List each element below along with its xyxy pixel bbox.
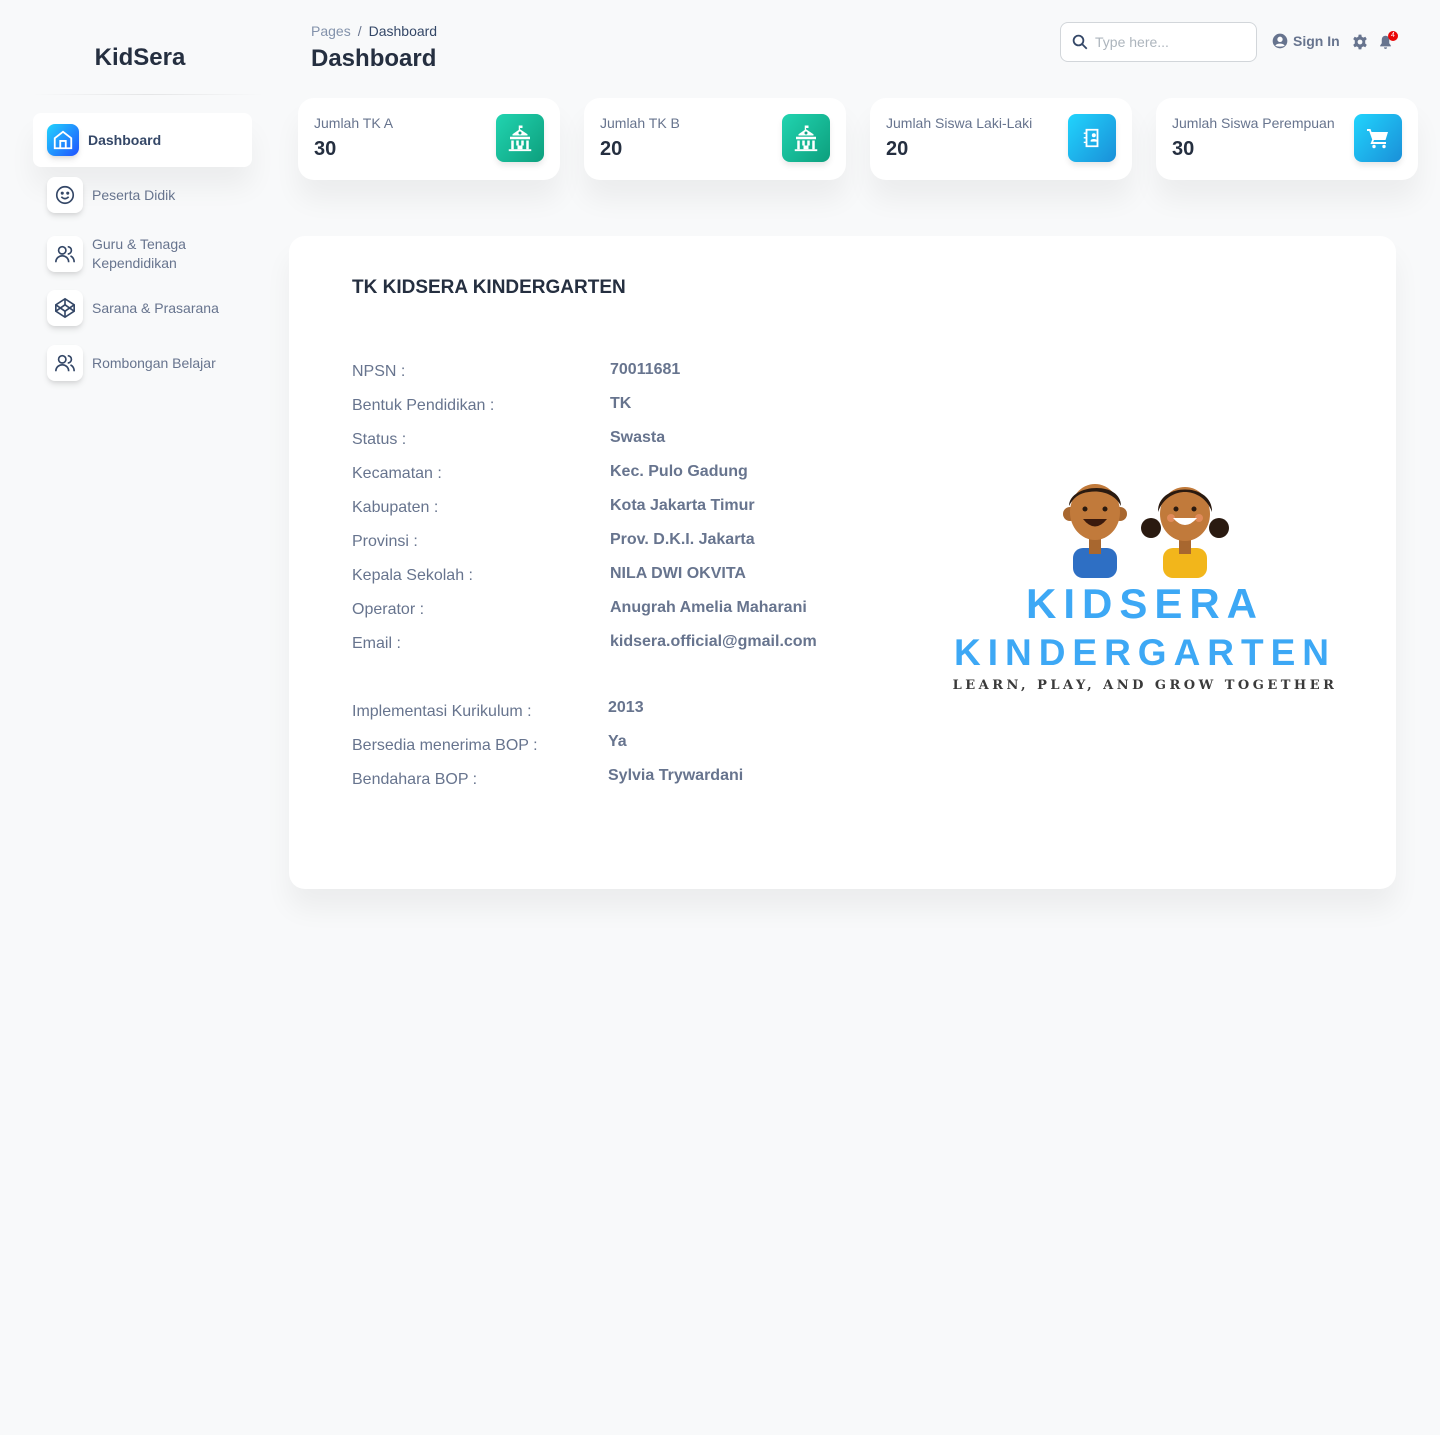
info-value: Sylvia Trywardani <box>608 767 744 784</box>
stat-card-tk-b: Jumlah TK B 20 <box>584 98 846 180</box>
info-label: Bersedia menerima BOP : <box>352 737 538 754</box>
logo-line-2: KINDERGARTEN <box>953 632 1337 673</box>
school-title: TK KIDSERA KINDERGARTEN <box>352 277 626 298</box>
stat-card-tk-a: Jumlah TK A 30 <box>298 98 560 180</box>
school-icon <box>496 114 544 162</box>
cart-icon <box>1354 114 1402 162</box>
stat-value: 30 <box>1172 138 1195 160</box>
info-label: Kabupaten : <box>352 499 439 516</box>
logo-line-1: KIDSERA <box>1025 580 1265 627</box>
info-value: Swasta <box>610 429 666 446</box>
contact-icon <box>1068 114 1116 162</box>
smile-icon <box>47 177 83 213</box>
sidebar-item-guru[interactable]: Guru & Tenaga Kependidikan <box>33 227 252 281</box>
breadcrumb-root[interactable]: Pages <box>311 23 351 39</box>
breadcrumb: Pages / Dashboard <box>311 23 437 39</box>
users-icon <box>47 236 83 272</box>
divider <box>32 94 264 95</box>
info-value: 70011681 <box>610 361 681 378</box>
info-label: Implementasi Kurikulum : <box>352 703 532 720</box>
sidebar-item-peserta-didik[interactable]: Peserta Didik <box>33 168 252 222</box>
user-circle-icon <box>1272 33 1288 49</box>
stat-label: Jumlah Siswa Perempuan <box>1172 115 1335 131</box>
info-value: Kec. Pulo Gadung <box>610 463 748 480</box>
sidebar-item-label: Guru & Tenaga Kependidikan <box>92 236 186 271</box>
sign-in-label: Sign In <box>1293 33 1340 49</box>
search-icon <box>1072 34 1088 50</box>
stat-value: 20 <box>886 138 909 160</box>
search-box[interactable] <box>1060 22 1257 62</box>
sidebar-item-label: Peserta Didik <box>92 186 176 203</box>
info-value: 2013 <box>608 699 644 716</box>
search-input[interactable] <box>1095 34 1245 50</box>
sidebar-item-rombongan[interactable]: Rombongan Belajar <box>33 336 252 390</box>
school-icon <box>782 114 830 162</box>
breadcrumb-separator: / <box>357 23 362 39</box>
sidebar-item-sarana[interactable]: Sarana & Prasarana <box>33 281 252 335</box>
info-label: Operator : <box>352 601 425 618</box>
stat-card-siswa-laki: Jumlah Siswa Laki-Laki 20 <box>870 98 1132 180</box>
sidebar-item-label: Rombongan Belajar <box>92 354 216 371</box>
sidebar-item-dashboard[interactable]: Dashboard <box>33 113 252 167</box>
stat-label: Jumlah Siswa Laki-Laki <box>886 115 1033 131</box>
brand-logo[interactable]: KidSera <box>0 44 280 72</box>
info-value: Prov. D.K.I. Jakarta <box>610 531 755 548</box>
sidebar-item-label: Dashboard <box>88 131 162 148</box>
stat-value: 30 <box>314 138 337 160</box>
users-icon <box>47 345 83 381</box>
info-value: NILA DWI OKVITA <box>610 565 746 582</box>
info-label: Bendahara BOP : <box>352 771 478 788</box>
sign-in-link[interactable]: Sign In <box>1272 33 1340 49</box>
settings-button[interactable] <box>1352 34 1368 55</box>
info-label: Bentuk Pendidikan : <box>352 397 495 414</box>
home-icon <box>47 124 79 156</box>
codepen-icon <box>47 290 83 326</box>
notification-badge: 4 <box>1388 31 1398 41</box>
info-value: TK <box>610 395 632 412</box>
info-label: Status : <box>352 431 407 448</box>
info-label: Provinsi : <box>352 533 418 550</box>
school-info-card: TK KIDSERA KINDERGARTEN NPSN : 70011681 … <box>289 236 1396 889</box>
stat-value: 20 <box>600 138 623 160</box>
info-label: Email : <box>352 635 401 652</box>
info-label: NPSN : <box>352 363 406 380</box>
info-value: Anugrah Amelia Maharani <box>610 599 807 616</box>
stat-label: Jumlah TK A <box>314 115 394 131</box>
stat-label: Jumlah TK B <box>600 115 680 131</box>
info-value: Ya <box>608 733 627 750</box>
info-label: Kecamatan : <box>352 465 442 482</box>
sidebar-item-label: Sarana & Prasarana <box>92 299 219 316</box>
logo-tagline: LEARN, PLAY, AND GROW TOGETHER <box>952 678 1338 693</box>
kidsera-logo: KIDSERA KINDERGARTEN LEARN, PLAY, AND GR… <box>939 476 1359 706</box>
kids-illustration-icon <box>1063 484 1229 578</box>
breadcrumb-current: Dashboard <box>368 23 438 39</box>
info-value: Kota Jakarta Timur <box>610 497 755 514</box>
info-label: Kepala Sekolah : <box>352 567 473 584</box>
sidebar: KidSera Dashboard Peserta Didik Guru & T… <box>0 0 270 1435</box>
info-value[interactable]: kidsera.official@gmail.com <box>610 633 817 651</box>
gear-icon <box>1353 34 1367 50</box>
stat-card-siswa-perempuan: Jumlah Siswa Perempuan 30 <box>1156 98 1418 180</box>
page-title: Dashboard <box>311 45 437 72</box>
